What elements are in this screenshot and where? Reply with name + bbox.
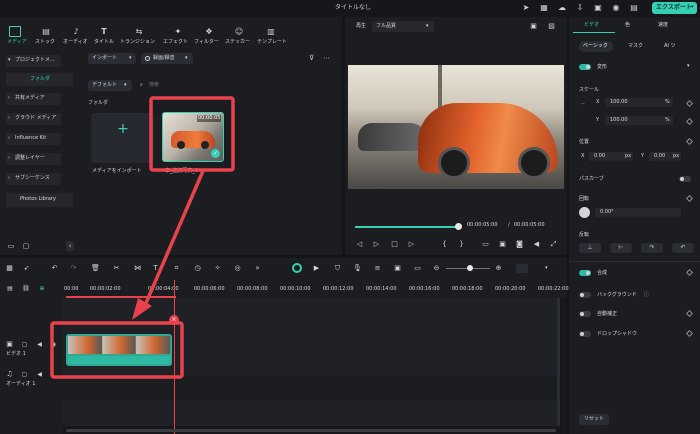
annotation-overlay xyxy=(50,96,235,379)
highlight-box-timeline xyxy=(50,321,184,379)
annotation-arrow-line xyxy=(141,170,205,311)
annotation-arrowhead xyxy=(132,298,152,320)
editor-window: タイトルなし ➤ ▦ ☁ ⇩ ▣ ◉ ▤ エクスポート ▾ メディア ▤ ストッ… xyxy=(0,0,700,434)
highlight-box-media xyxy=(149,96,235,172)
